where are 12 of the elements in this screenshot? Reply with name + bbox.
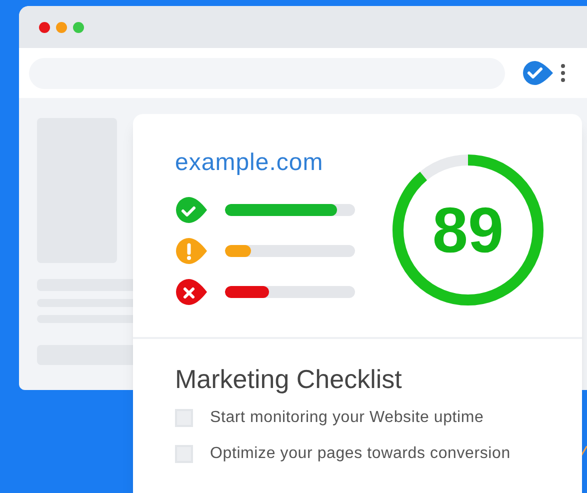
cross-icon <box>175 278 207 306</box>
exclamation-icon <box>175 237 207 265</box>
checklist-item-label: Start monitoring your Website uptime <box>210 408 484 428</box>
checkbox[interactable] <box>175 409 193 427</box>
checkbox[interactable] <box>175 445 193 463</box>
check-icon[interactable] <box>522 60 554 86</box>
more-icon[interactable] <box>561 64 565 82</box>
site-name: example.com <box>175 148 324 178</box>
check-icon <box>175 196 207 224</box>
score-value: 89 <box>432 198 504 262</box>
checklist-title: Marketing Checklist <box>175 363 403 395</box>
checklist-item-label: Optimize your pages towards conversion <box>210 444 510 464</box>
